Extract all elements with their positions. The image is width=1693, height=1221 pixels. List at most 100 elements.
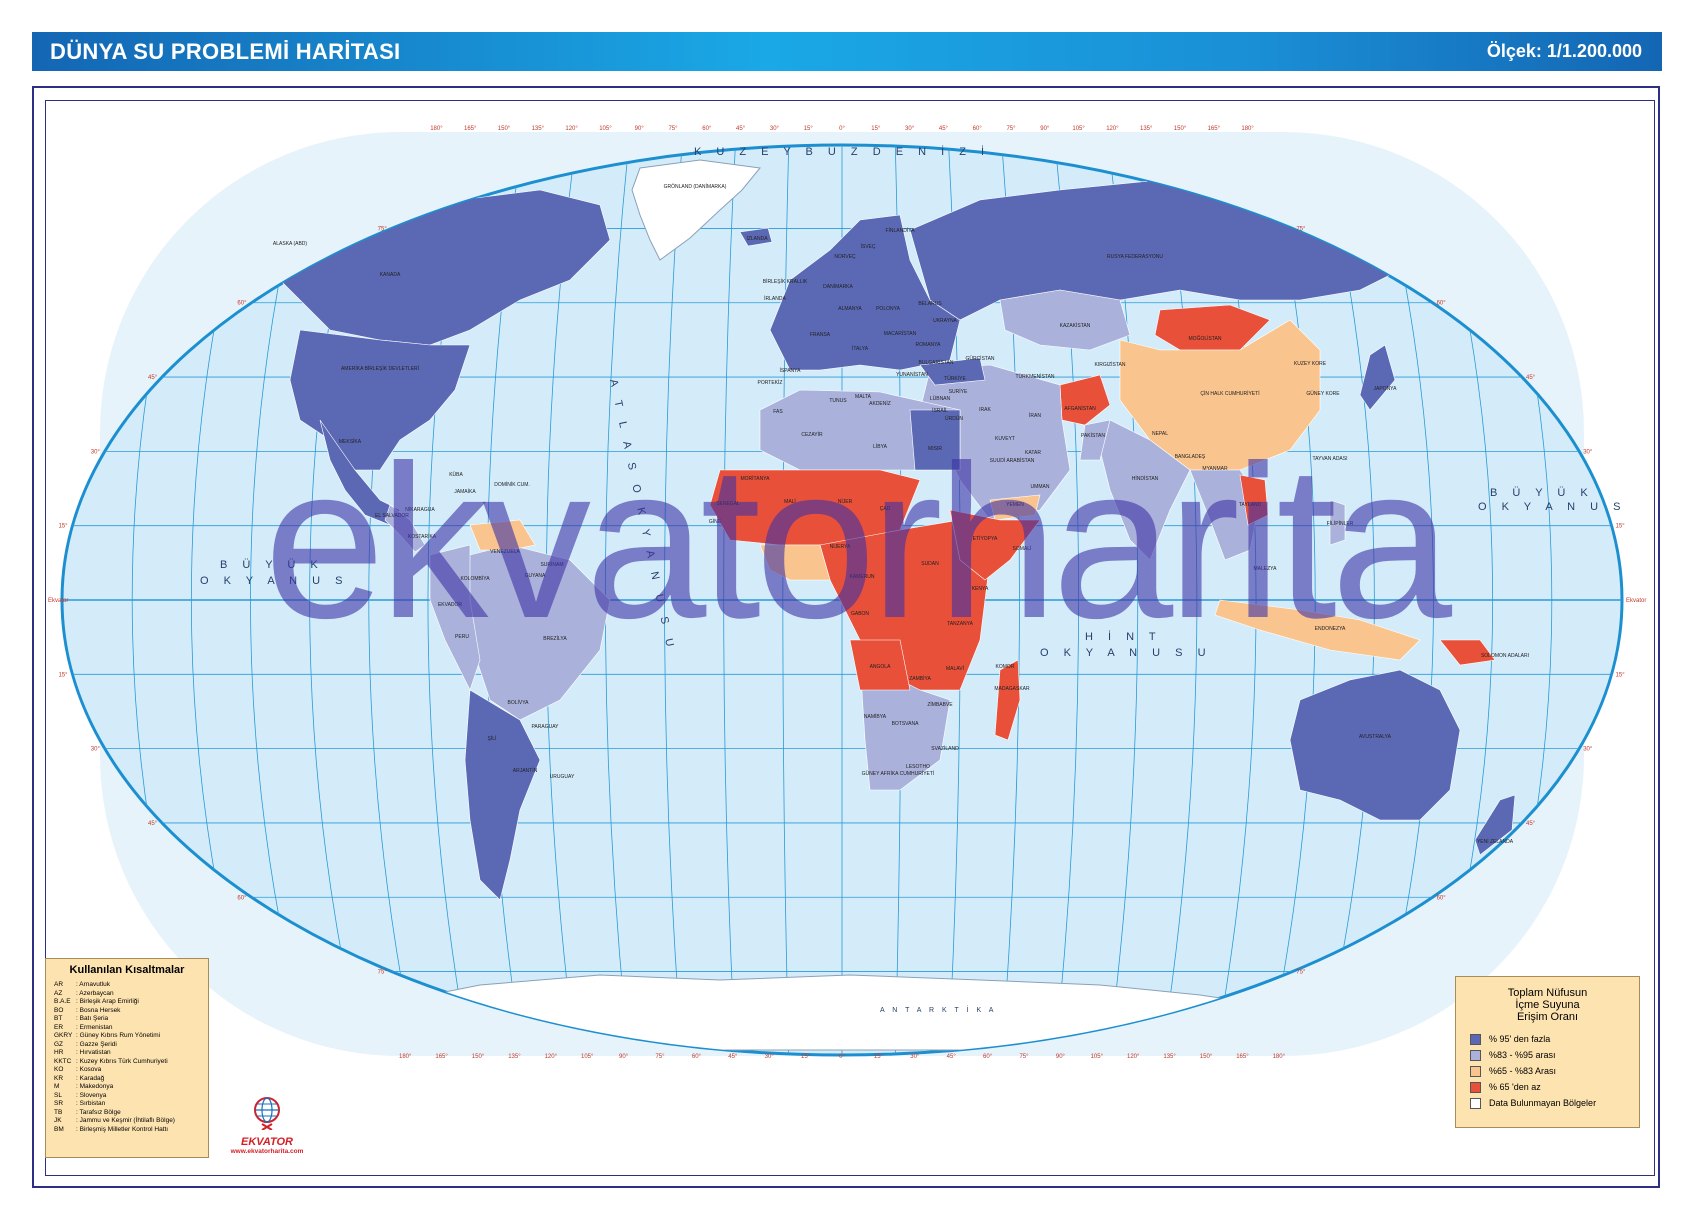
abbreviation-name: : Karadağ [76,1074,105,1082]
country-label: ÜRDÜN [945,415,963,422]
country-label: İSVEÇ [860,243,875,250]
legend-label: %65 - %83 Arası [1489,1066,1557,1076]
country-label: GUYANA [525,573,546,579]
latitude-label: 45° [1526,375,1536,381]
longitude-label: 105° [599,126,612,132]
abbreviation-code: HR [54,1049,64,1056]
abbreviation-code: BO [54,1006,64,1014]
legend-title-line-3: Erişim Oranı [1516,1011,1579,1023]
latitude-label: 30° [1583,747,1593,753]
label-arctic-ocean: K U Z E Y B U Z D E N İ Z İ [694,145,990,158]
label-pacific-west-2: O K Y A N U S [200,575,349,587]
country-label: FİNLANDİYA [885,227,915,234]
longitude-label: 15° [804,126,814,132]
abbreviation-code: GZ [54,1040,64,1048]
latitude-label: 15° [1616,672,1626,678]
latitude-label: Ekvator [48,598,68,604]
country-label: MOĞOLİSTAN [1189,335,1222,342]
latitude-label: 75° [1296,226,1306,232]
longitude-label: 180° [399,1054,412,1060]
label-indian-ocean-1: H İ N T [1085,630,1162,643]
abbreviation-name: : Kosova [76,1066,102,1073]
longitude-label: 30° [910,1054,920,1060]
abbreviation-row: GZ : Gazze Şeridi [46,1041,208,1050]
logo-url[interactable]: www.ekvatorharita.com [222,1148,312,1155]
country-label: KATAR [1025,450,1041,456]
longitude-label: 60° [983,1054,993,1060]
longitude-label: 180° [1273,1054,1286,1060]
abbreviations-title: Kullanılan Kısaltmalar [69,964,185,976]
legend-swatch [1470,1049,1481,1061]
country-label: FAS [773,409,783,415]
country-label: PERU [455,634,469,640]
longitude-label: 75° [1006,126,1016,132]
legend-swatch [1470,1065,1481,1077]
abbreviation-name: : Gazze Şeridi [76,1040,117,1048]
longitude-label: 105° [581,1054,594,1060]
latitude-label: 60° [1437,301,1447,307]
abbreviation-name: : Ermenistan [76,1023,113,1031]
country-label: UKRAYNA [933,318,957,324]
abbreviation-name: : Arnavutluk [76,981,110,988]
country-label: İRAN [1029,412,1041,419]
legend-title-line-2: İçme Suyuna [1515,999,1580,1011]
ekvator-logo[interactable]: EKVATOR www.ekvatorharita.com [222,1096,312,1161]
abbreviation-row: BT: Batı Şeria [46,1015,208,1024]
latitude-label: 60° [237,895,247,901]
country-label: NAMİBYA [864,713,887,720]
abbreviation-code: ER [54,1023,64,1031]
country-label: PARAGUAY [531,724,559,730]
country-label: KIRGIZİSTAN [1094,361,1125,368]
abbreviation-row: GKRY: Güney Kıbrıs Rum Yönetimi [46,1032,208,1041]
legend-swatch [1470,1081,1481,1093]
label-antarctica: A N T A R K T İ K A [880,1005,996,1014]
label-indian-ocean-2: O K Y A N U S U [1040,647,1212,659]
country-label: KÜBA [449,471,463,478]
country-label: JAPONYA [1374,386,1398,392]
country-label: BANGLADEŞ [1175,454,1206,460]
world-map[interactable]: K U Z E Y B U Z D E N İ Z İ A T L A S O … [0,0,1693,1221]
latitude-label: 60° [237,301,247,307]
abbreviation-row: SR: Sırbistan [46,1100,208,1109]
longitude-label: 90° [619,1054,629,1060]
abbreviation-code: GKRY [54,1032,73,1039]
longitude-label: 30° [765,1054,775,1060]
abbreviation-row: KO: Kosova [46,1066,208,1075]
longitude-label: 135° [1140,126,1153,132]
abbreviation-code: SR [54,1100,64,1107]
latitude-label: Ekvator [1626,598,1646,604]
longitude-label: 75° [1019,1054,1029,1060]
longitude-label: 45° [939,126,949,132]
abbreviation-row: AZ: Azerbaycan [46,990,208,999]
country-label: ZAMBİYA [909,675,931,682]
longitude-label: 15° [871,126,881,132]
longitude-label: 15° [801,1054,811,1060]
longitude-label: 135° [532,126,545,132]
abbreviation-name: : Makedonya [76,1083,114,1090]
country-label: TÜRKMENİSTAN [1015,373,1054,380]
legend-title: Toplam Nüfusun İçme Suyuna Erişim Oranı [1456,987,1639,1023]
abbreviation-name: : Batı Şeria [76,1015,109,1022]
country-label: SURİYE [949,388,968,395]
country-label: MALEZYA [1254,566,1278,572]
country-label: GRÖNLAND (DANİMARKA) [664,183,727,190]
latitude-label: 75° [1296,970,1306,976]
country-label: GİNE [709,518,722,525]
country-label: BULGARİSTAN [919,359,954,366]
country-label: AKDENİZ [869,400,891,407]
country-label: EKVADOR [438,602,462,608]
longitude-label: 180° [1241,126,1254,132]
longitude-label: 150° [1174,126,1187,132]
longitude-label: 0° [839,126,845,132]
legend-label: Data Bulunmayan Bölgeler [1489,1098,1597,1108]
abbreviation-row: TB: Tarafsız Bölge [46,1109,208,1118]
country-label: ROMANYA [916,342,942,348]
country-label: DOMİNİK CUM. [494,481,530,488]
country-label: RUSYA FEDERASYONU [1107,254,1163,260]
legend-swatch [1470,1033,1481,1045]
abbreviation-row: M: Makedonya [46,1083,208,1092]
longitude-label: 75° [668,126,678,132]
longitude-label: 30° [770,126,780,132]
longitude-label: 60° [702,126,712,132]
country-label: DANİMARKA [823,283,853,290]
